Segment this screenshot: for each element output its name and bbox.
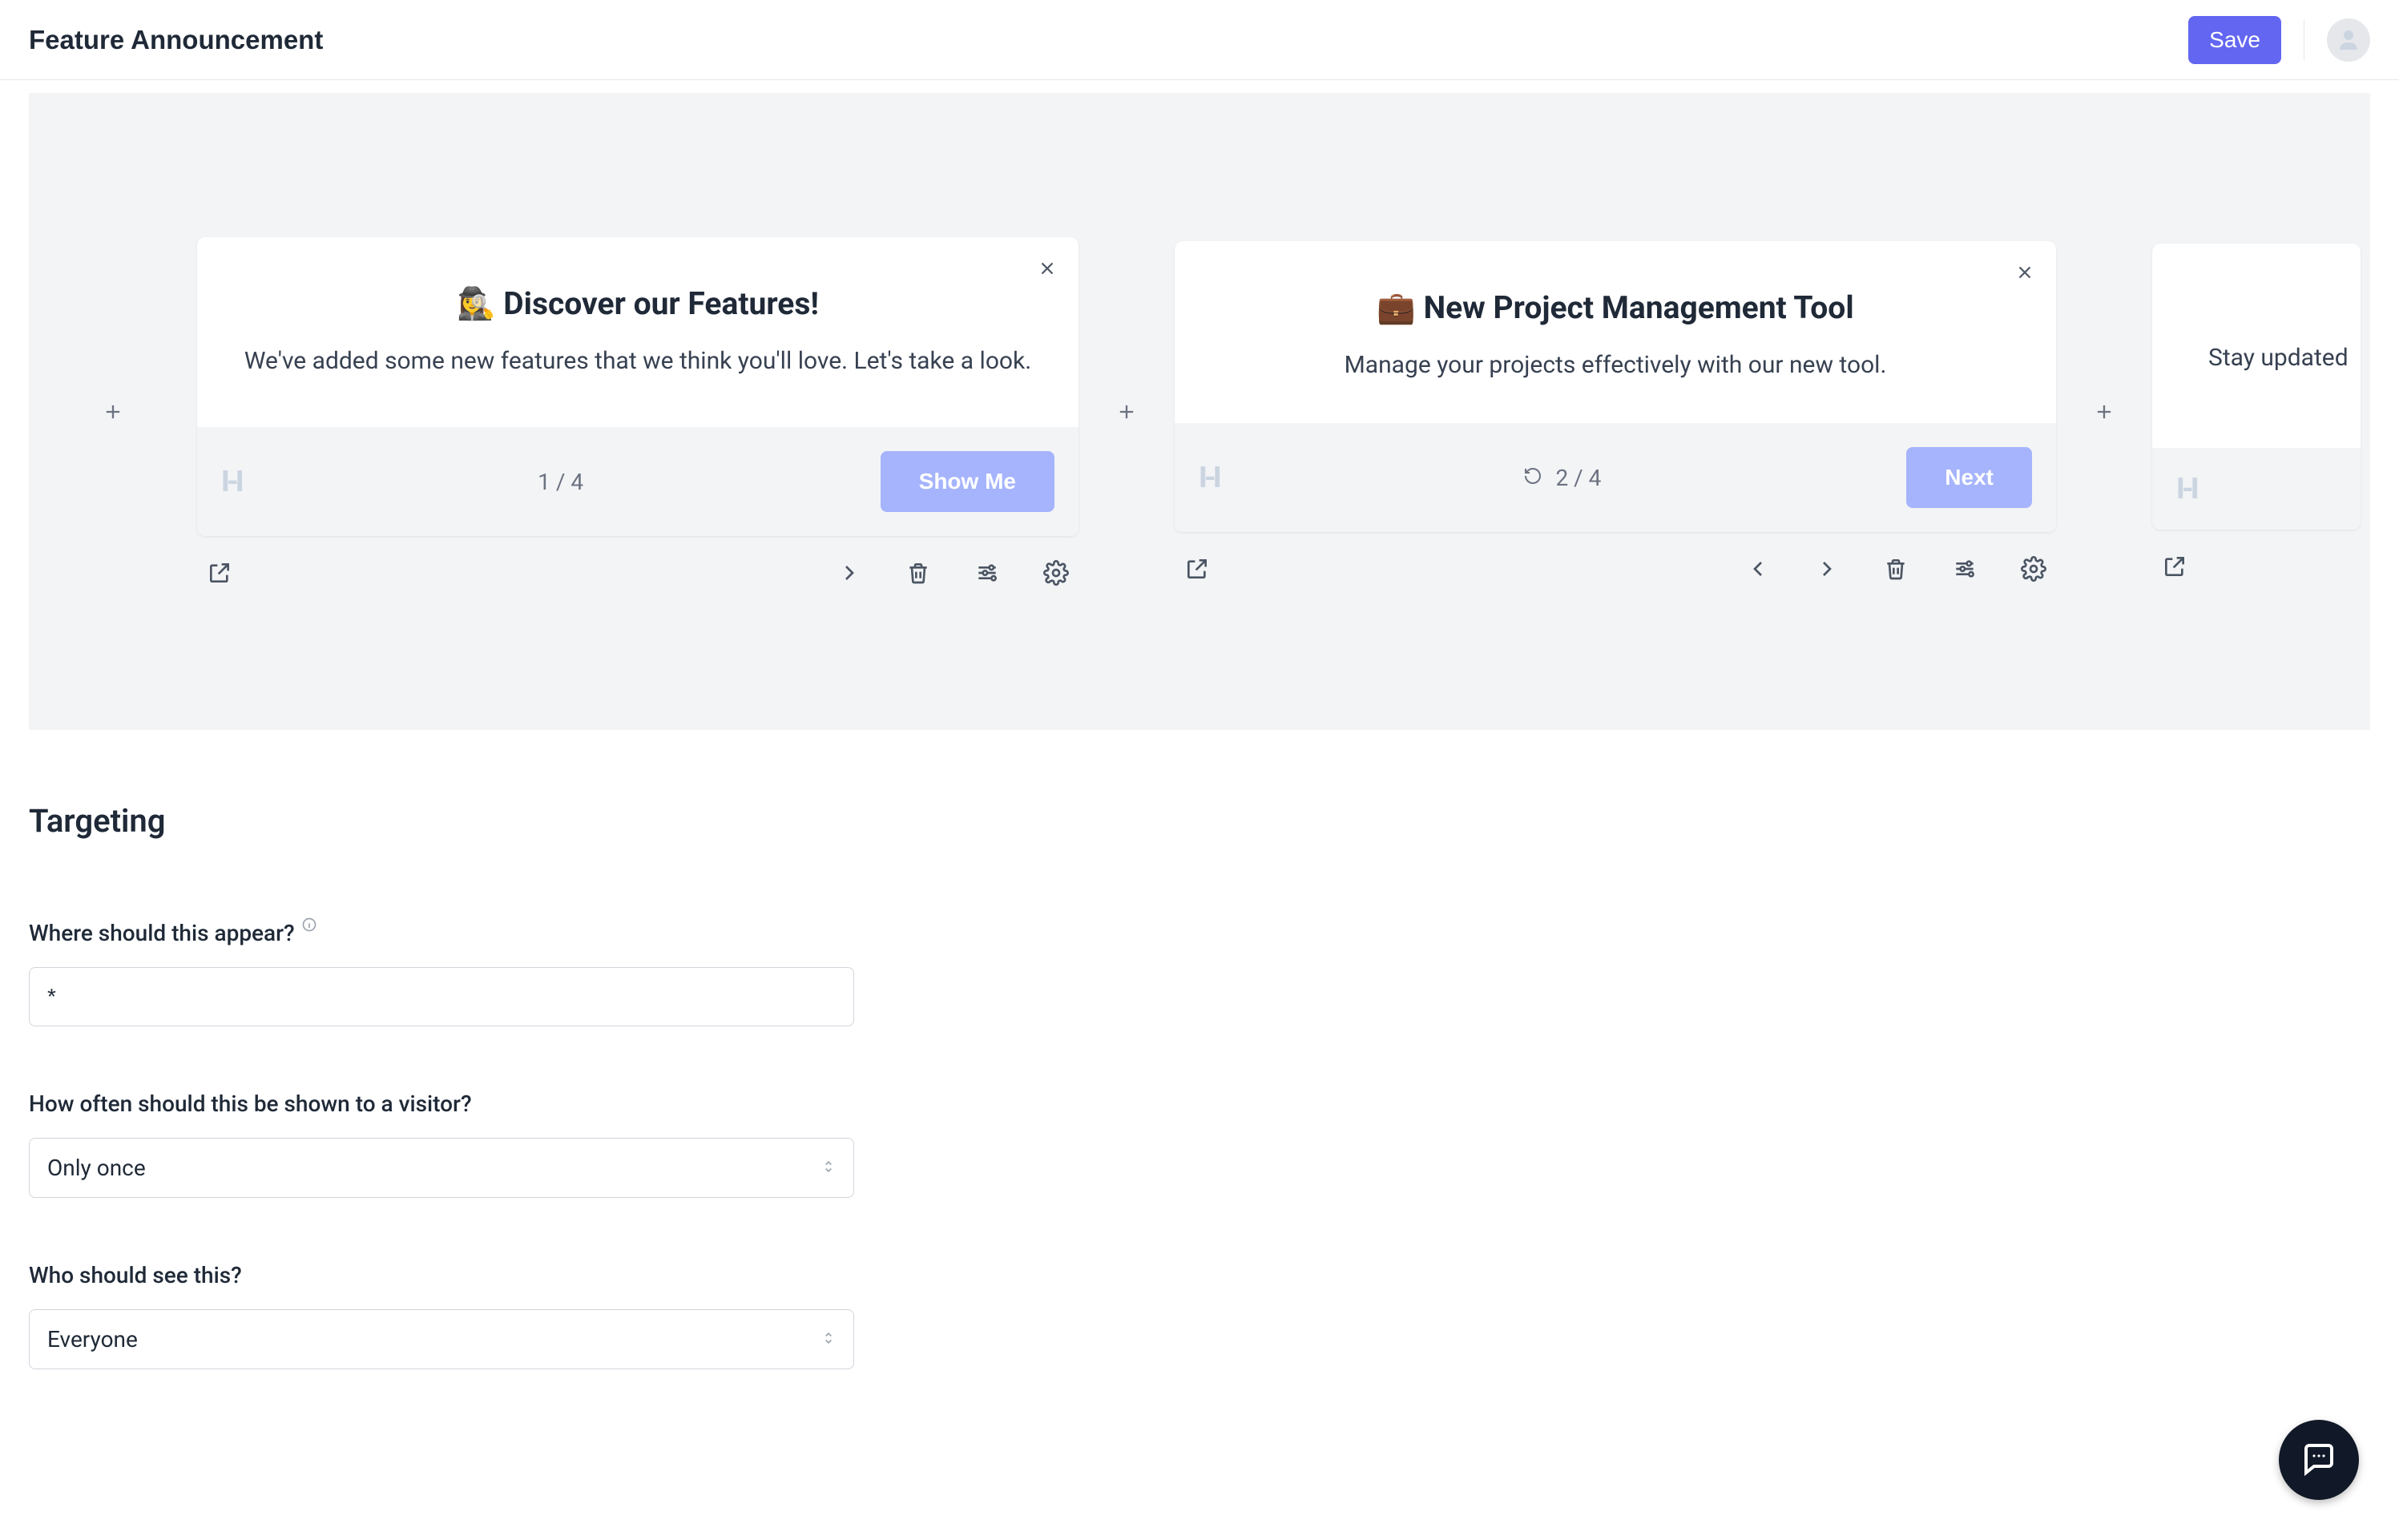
- cta-button[interactable]: Next: [1906, 447, 2032, 508]
- card-body: 💼 New Project Management Tool Manage you…: [1175, 241, 2056, 423]
- card-3-col: Stay updated I-I: [2152, 244, 2361, 579]
- field-how-often: How often should this be shown to a visi…: [29, 1090, 2370, 1198]
- avatar[interactable]: [2327, 18, 2370, 62]
- close-button[interactable]: [2014, 262, 2035, 286]
- brand-glyph: I-I: [2176, 472, 2196, 506]
- brand-glyph: I-I: [221, 465, 241, 498]
- gear-icon: [2021, 556, 2046, 582]
- card-title: 💼 New Project Management Tool: [1319, 289, 1912, 326]
- gear-icon: [1043, 560, 1069, 586]
- trash-icon: [1883, 556, 1909, 582]
- targeting-section: Targeting Where should this appear? How …: [0, 730, 2399, 1530]
- external-link-icon: [2162, 554, 2187, 579]
- cta-button[interactable]: Show Me: [881, 451, 1054, 512]
- card-counter: 2 / 4: [1523, 465, 1601, 491]
- chevron-left-icon: [1745, 556, 1771, 582]
- add-card-button[interactable]: [1111, 397, 1142, 427]
- sliders-icon: [974, 560, 1000, 586]
- plus-icon: [102, 401, 124, 423]
- close-icon: [2014, 262, 2035, 283]
- open-external-button[interactable]: [1184, 556, 1210, 582]
- where-input[interactable]: [29, 967, 854, 1026]
- move-left-button[interactable]: [1745, 556, 1771, 582]
- save-button[interactable]: Save: [2188, 16, 2281, 64]
- user-icon: [2334, 26, 2363, 54]
- close-icon: [1037, 258, 1058, 279]
- title-input[interactable]: [29, 25, 349, 55]
- card-footer: I-I: [2152, 448, 2361, 530]
- chat-fab[interactable]: [2279, 1420, 2359, 1500]
- sliders-icon: [1952, 556, 1978, 582]
- who-select[interactable]: Everyone: [29, 1309, 854, 1369]
- card-2[interactable]: 💼 New Project Management Tool Manage you…: [1175, 241, 2056, 532]
- brand-glyph: I-I: [1199, 461, 1219, 494]
- info-icon[interactable]: [301, 917, 317, 936]
- adjust-button[interactable]: [1952, 556, 1978, 582]
- counter-text: 1 / 4: [538, 469, 583, 495]
- delete-button[interactable]: [905, 560, 931, 586]
- page-header: Save: [0, 0, 2399, 80]
- chat-icon: [2300, 1441, 2338, 1479]
- how-often-value: Only once: [29, 1138, 854, 1198]
- card-text: Manage your projects effectively with ou…: [1319, 347, 1912, 383]
- card-body: 🕵️‍♀️ Discover our Features! We've added…: [197, 237, 1079, 427]
- field-where: Where should this appear?: [29, 920, 2370, 1026]
- add-card-button[interactable]: [98, 397, 128, 427]
- how-often-select[interactable]: Only once: [29, 1138, 854, 1198]
- card-footer: I-I 1 / 4 Show Me: [197, 427, 1079, 536]
- adjust-button[interactable]: [974, 560, 1000, 586]
- cards-lane: 🕵️‍♀️ Discover our Features! We've added…: [29, 237, 2361, 586]
- card-body: Stay updated: [2152, 244, 2361, 448]
- card-2-tools: [1175, 532, 2056, 582]
- move-right-button[interactable]: [837, 560, 862, 586]
- trash-icon: [905, 560, 931, 586]
- where-label: Where should this appear?: [29, 920, 295, 946]
- chevron-up-down-icon: [820, 1155, 837, 1181]
- add-slot-2: [2056, 397, 2152, 427]
- delete-button[interactable]: [1883, 556, 1909, 582]
- undo-icon[interactable]: [1523, 465, 1542, 491]
- card-3[interactable]: Stay updated I-I: [2152, 244, 2361, 530]
- plus-icon: [2093, 401, 2115, 423]
- close-button[interactable]: [1037, 258, 1058, 282]
- card-1-tools: [197, 536, 1079, 586]
- chevron-up-down-icon: [820, 1327, 837, 1353]
- card-text: We've added some new features that we th…: [237, 343, 1038, 379]
- card-2-col: 💼 New Project Management Tool Manage you…: [1175, 241, 2056, 582]
- who-value: Everyone: [29, 1309, 854, 1369]
- add-slot-1: [1079, 397, 1175, 427]
- card-1[interactable]: 🕵️‍♀️ Discover our Features! We've added…: [197, 237, 1079, 536]
- counter-text: 2 / 4: [1555, 465, 1601, 491]
- card-title: 🕵️‍♀️ Discover our Features!: [237, 285, 1038, 322]
- chevron-right-icon: [837, 560, 862, 586]
- how-often-label: How often should this be shown to a visi…: [29, 1090, 472, 1117]
- card-1-col: 🕵️‍♀️ Discover our Features! We've added…: [197, 237, 1079, 586]
- settings-button[interactable]: [1043, 560, 1069, 586]
- card-3-tools: [2152, 530, 2361, 579]
- settings-button[interactable]: [2021, 556, 2046, 582]
- chevron-right-icon: [1814, 556, 1840, 582]
- external-link-icon: [1184, 556, 1210, 582]
- who-label: Who should see this?: [29, 1262, 242, 1288]
- add-card-button[interactable]: [2089, 397, 2119, 427]
- open-external-button[interactable]: [2162, 554, 2187, 579]
- field-who: Who should see this? Everyone: [29, 1262, 2370, 1369]
- add-slot-0: [29, 397, 197, 427]
- card-footer: I-I 2 / 4 Next: [1175, 423, 2056, 532]
- header-actions: Save: [2188, 16, 2370, 64]
- open-external-button[interactable]: [207, 560, 232, 586]
- external-link-icon: [207, 560, 232, 586]
- move-right-button[interactable]: [1814, 556, 1840, 582]
- card-counter: 1 / 4: [538, 469, 583, 495]
- cards-canvas: 🕵️‍♀️ Discover our Features! We've added…: [29, 93, 2370, 730]
- targeting-heading: Targeting: [29, 802, 2370, 840]
- card-text: Stay updated: [2208, 340, 2337, 376]
- plus-icon: [1115, 401, 1138, 423]
